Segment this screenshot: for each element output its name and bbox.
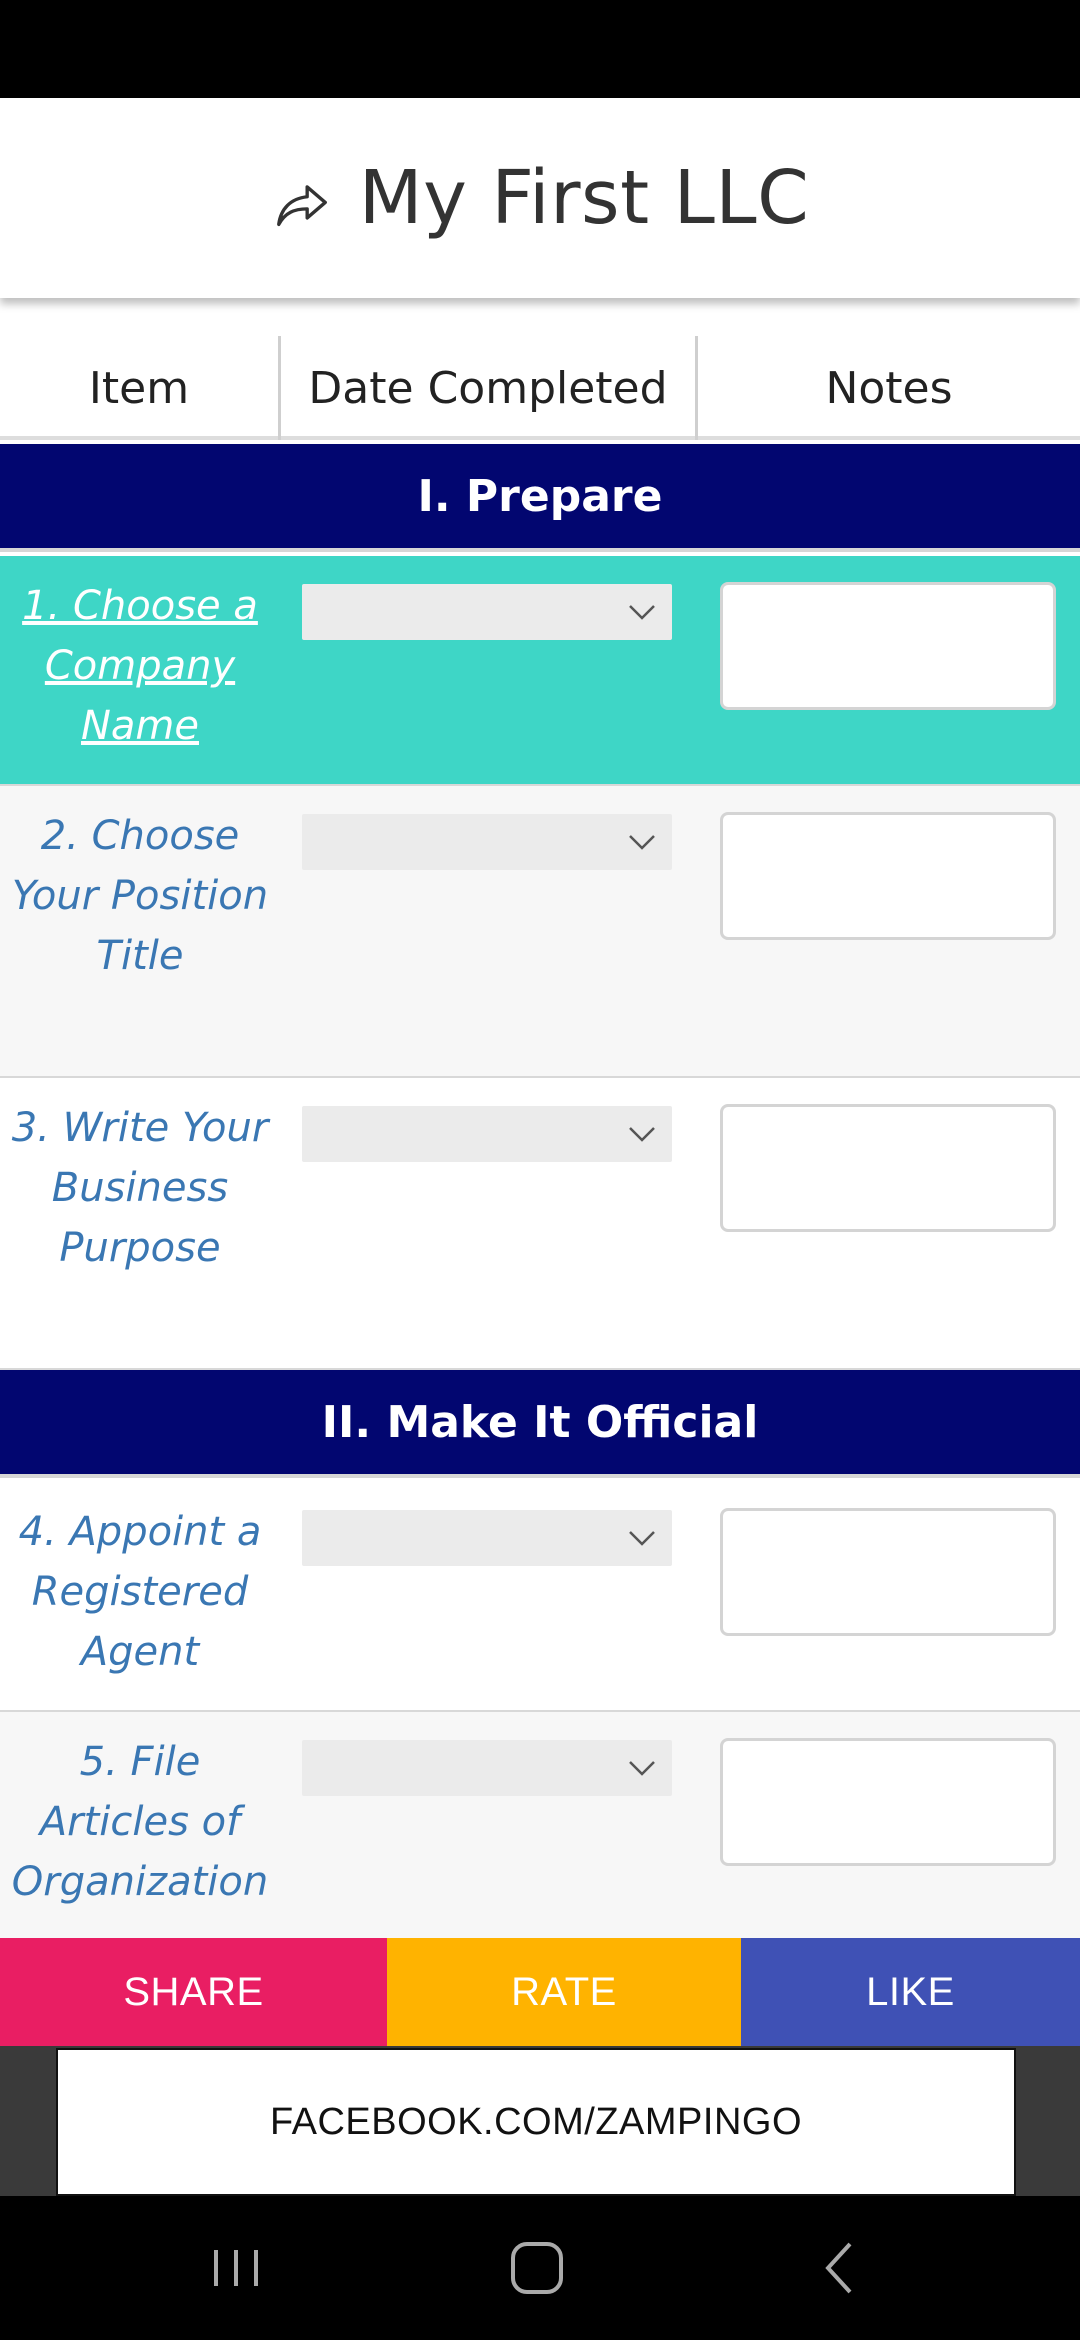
ad-banner[interactable]: FACEBOOK.COM/ZAMPINGO [56, 2048, 1016, 2196]
date-completed-select[interactable] [302, 1510, 672, 1566]
system-nav-bar [0, 2196, 1080, 2340]
item-link-choose-company-name[interactable]: 1. Choose a Company Name [0, 576, 280, 756]
notes-field[interactable] [720, 1104, 1056, 1232]
section-header-prepare: I. Prepare [0, 444, 1080, 552]
chevron-down-icon [629, 835, 655, 850]
ad-banner-area: FACEBOOK.COM/ZAMPINGO [0, 2046, 1080, 2196]
notes-field[interactable] [720, 1738, 1056, 1866]
date-completed-select[interactable] [302, 814, 672, 870]
chevron-down-icon [629, 1531, 655, 1546]
app-header: My First LLC [0, 98, 1080, 298]
item-link-write-business-purpose[interactable]: 3. Write Your Business Purpose [0, 1098, 280, 1278]
home-icon[interactable] [497, 2236, 577, 2300]
item-link-choose-position-title[interactable]: 2. Choose Your Position Title [0, 806, 280, 986]
table-row: 1. Choose a Company Name [0, 556, 1080, 786]
page-title: My First LLC [358, 155, 810, 241]
share-button[interactable]: SHARE [0, 1938, 387, 2046]
column-header-date-completed: Date Completed [308, 362, 668, 414]
notes-field[interactable] [720, 812, 1056, 940]
table-row: 4. Appoint a Registered Agent [0, 1482, 1080, 1712]
back-icon[interactable] [800, 2236, 880, 2300]
notes-field[interactable] [720, 1508, 1056, 1636]
column-header-item: Item [88, 362, 190, 414]
checklist-content[interactable]: Item Date Completed Notes I. Prepare 1. … [0, 298, 1080, 1938]
date-completed-select[interactable] [302, 1740, 672, 1796]
table-row: 5. File Articles of Organization [0, 1712, 1080, 1938]
chevron-down-icon [629, 605, 655, 620]
notes-field[interactable] [720, 582, 1056, 710]
item-link-file-articles-of-organization[interactable]: 5. File Articles of Organization [0, 1732, 280, 1912]
table-row: 3. Write Your Business Purpose [0, 1078, 1080, 1370]
rate-button[interactable]: RATE [387, 1938, 741, 2046]
share-arrow-icon[interactable] [271, 174, 333, 236]
column-headers: Item Date Completed Notes [0, 336, 1080, 440]
item-link-appoint-registered-agent[interactable]: 4. Appoint a Registered Agent [0, 1502, 280, 1682]
date-completed-select[interactable] [302, 1106, 672, 1162]
like-button[interactable]: LIKE [741, 1938, 1080, 2046]
date-completed-select[interactable] [302, 584, 672, 640]
table-row: 2. Choose Your Position Title [0, 786, 1080, 1078]
chevron-down-icon [629, 1127, 655, 1142]
section-header-make-it-official: II. Make It Official [0, 1370, 1080, 1478]
column-header-notes: Notes [825, 362, 953, 414]
chevron-down-icon [629, 1761, 655, 1776]
action-bar: SHARE RATE LIKE [0, 1938, 1080, 2046]
recents-icon[interactable] [196, 2236, 276, 2300]
status-bar [0, 0, 1080, 98]
